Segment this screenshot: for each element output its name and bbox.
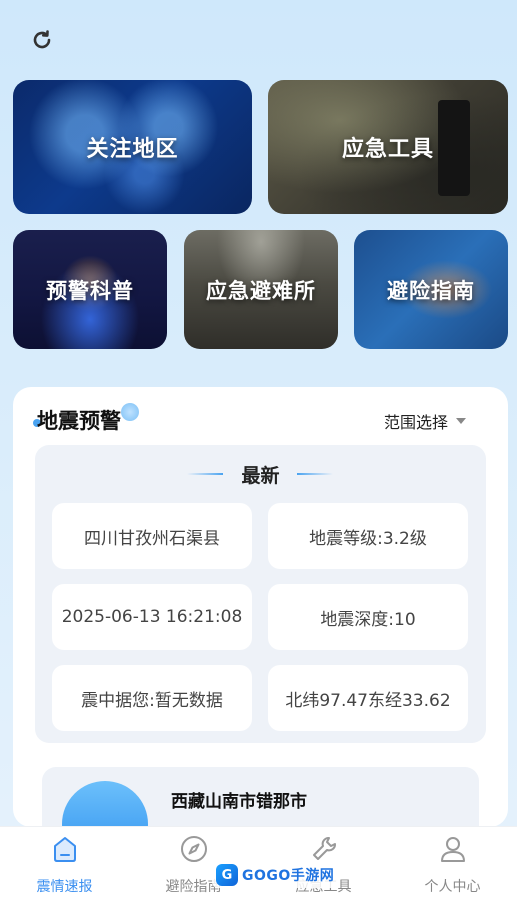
- divider-line: [297, 473, 333, 475]
- tile-label: 应急工具: [341, 137, 434, 162]
- quake-time: 2025-06-13 16:21:08: [52, 584, 252, 650]
- quake-distance: 震中据您:暂无数据: [52, 665, 252, 731]
- range-select-label: 范围选择: [383, 413, 448, 432]
- tile-label: 关注地区: [86, 137, 179, 162]
- tile-emergency-tools[interactable]: 应急工具: [268, 80, 508, 214]
- quake-depth: 地震深度:10: [268, 584, 468, 650]
- decorative-dot: [121, 403, 139, 421]
- caret-down-icon: [456, 418, 466, 424]
- tile-followed-regions[interactable]: 关注地区: [13, 80, 252, 214]
- latest-label: 最新: [241, 465, 280, 487]
- quake-location: 四川甘孜州石渠县: [52, 503, 252, 569]
- section-title: 地震预警: [37, 409, 121, 433]
- wrench-icon: [312, 837, 336, 860]
- quake-list-item[interactable]: 西藏山南市错那市: [42, 767, 479, 827]
- tile-warning-education[interactable]: 预警科普: [13, 230, 167, 349]
- refresh-icon: [33, 30, 51, 49]
- tile-label: 避险指南: [387, 278, 475, 303]
- earthquake-warning-card: 地震预警 范围选择 最新 四川甘孜州石渠县 地震等级:3.2级 2025-06-…: [13, 387, 508, 827]
- tile-safety-guide[interactable]: 避险指南: [354, 230, 508, 349]
- tab-profile[interactable]: 个人中心: [388, 827, 517, 897]
- watermark-text: GOGO手游网: [242, 868, 335, 884]
- tab-quake-report[interactable]: 震情速报: [0, 827, 129, 897]
- compass-icon: [180, 836, 207, 862]
- quake-item-title: 西藏山南市错那市: [171, 792, 307, 812]
- home-icon: [53, 837, 76, 862]
- radio-image: [438, 100, 470, 196]
- magnitude-circle: [62, 781, 148, 827]
- range-select-dropdown[interactable]: 范围选择: [384, 409, 466, 433]
- refresh-button[interactable]: [28, 26, 56, 54]
- site-watermark: G GOGO手游网: [212, 862, 339, 888]
- tile-label: 预警科普: [46, 278, 134, 303]
- latest-quake-panel: 最新 四川甘孜州石渠县 地震等级:3.2级 2025-06-13 16:21:0…: [35, 445, 486, 743]
- user-icon: [440, 837, 465, 862]
- tab-label: 个人中心: [424, 879, 481, 895]
- quake-coordinates: 北纬97.47东经33.62: [268, 665, 468, 731]
- tile-label: 应急避难所: [206, 278, 316, 303]
- quake-magnitude: 地震等级:3.2级: [268, 503, 468, 569]
- tab-label: 震情速报: [36, 879, 93, 895]
- tile-emergency-shelter[interactable]: 应急避难所: [184, 230, 338, 349]
- watermark-logo-icon: G: [216, 864, 238, 886]
